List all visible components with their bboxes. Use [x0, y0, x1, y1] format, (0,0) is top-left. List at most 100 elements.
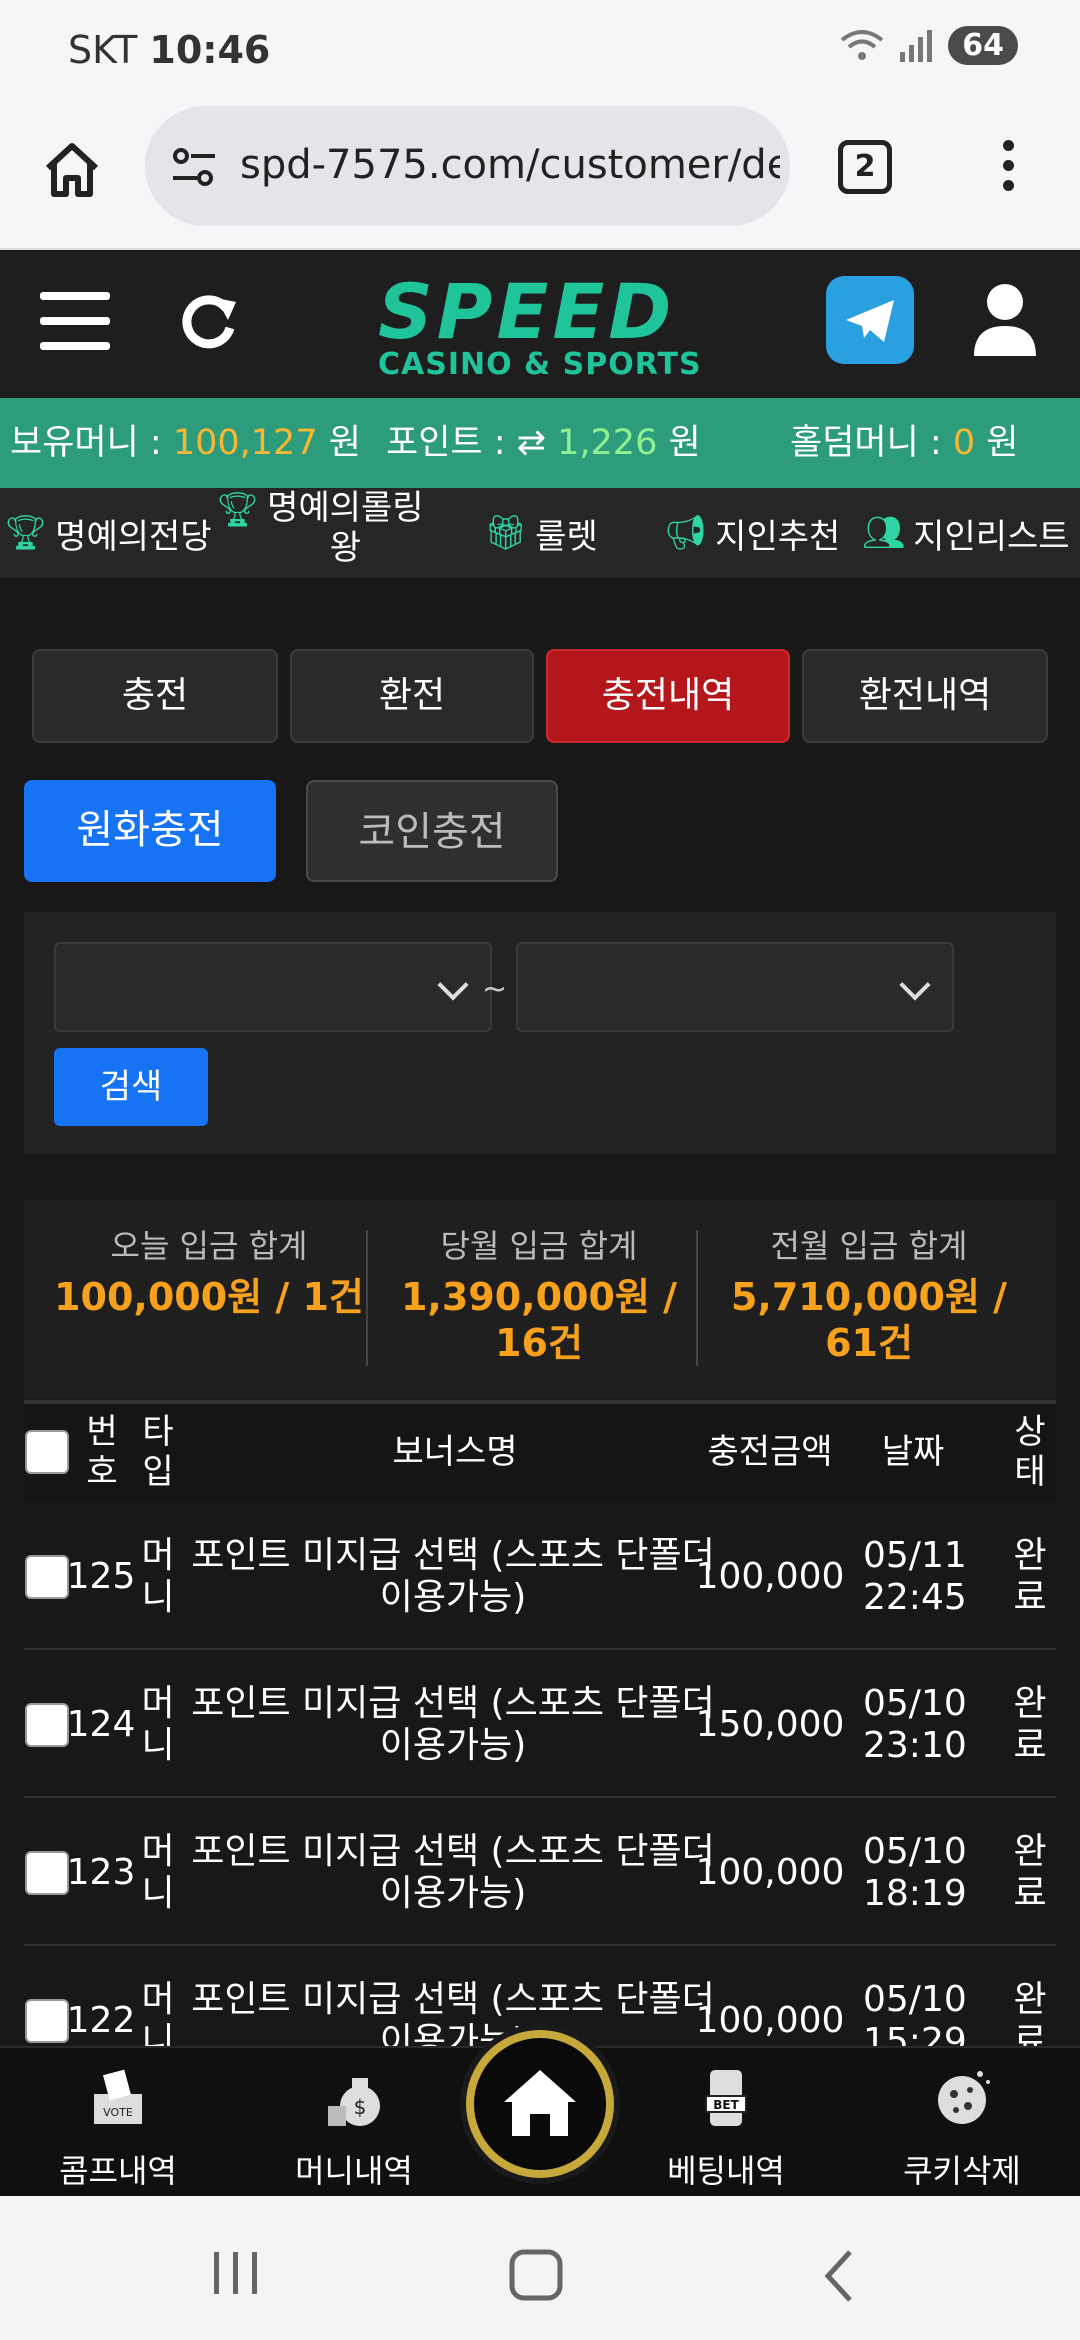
tab-deposit[interactable]: 충전	[32, 649, 278, 743]
row-number: 123	[66, 1852, 136, 1893]
coin-deposit-tab[interactable]: 코인충전	[306, 780, 558, 882]
end-date-select[interactable]	[516, 942, 954, 1032]
back-icon[interactable]	[820, 2248, 860, 2304]
vote-box-icon: VOTE	[94, 2069, 142, 2124]
row-checkbox[interactable]	[24, 1652, 70, 1798]
col-type: 타입	[142, 1412, 174, 1492]
bet-history-button[interactable]: BET 베팅내역	[626, 2066, 826, 2192]
row-number: 125	[66, 1556, 136, 1597]
svg-text:BET: BET	[713, 2098, 739, 2112]
summary-today: 오늘 입금 합계 100,000원 / 1건	[54, 1227, 364, 1319]
trophy-icon: 🏆︎	[216, 490, 260, 530]
col-bonus: 보너스명	[392, 1432, 518, 1472]
col-number: 번호	[86, 1412, 118, 1492]
summary-this-month: 당월 입금 합계 1,390,000원 / 16건	[400, 1227, 678, 1365]
range-separator: ~	[482, 972, 508, 1007]
row-bonus: 포인트 미지급 선택 (스포츠 단폴더 이용가능)	[191, 1683, 715, 1766]
date-search-panel: ~ 검색	[24, 912, 1056, 1154]
bet-phone-icon: BET	[705, 2070, 747, 2126]
row-status: 완료	[1013, 1683, 1047, 1766]
tab-switcher-button[interactable]: 2	[838, 140, 892, 194]
row-bonus: 포인트 미지급 선택 (스포츠 단폴더 이용가능)	[191, 1535, 715, 1618]
row-date: 05/10 23:10	[863, 1683, 967, 1766]
money-bag-icon: $	[328, 2078, 380, 2126]
home-nav-icon[interactable]	[508, 2248, 564, 2304]
row-bonus: 포인트 미지급 선택 (스포츠 단폴더 이용가능)	[191, 1831, 715, 1914]
menu-icon[interactable]	[40, 292, 110, 352]
status-bar: SKT 10:46 64	[0, 0, 1080, 100]
wifi-icon	[841, 29, 884, 60]
svg-text:$: $	[354, 2095, 367, 2119]
home-button[interactable]	[466, 2030, 614, 2178]
status-carrier-time: SKT 10:46	[68, 28, 271, 72]
site-logo[interactable]: SPEED CASINO & SPORTS	[378, 274, 708, 386]
users-icon: 👥︎	[862, 513, 906, 553]
svg-text:VOTE: VOTE	[103, 2106, 133, 2119]
url-bar[interactable]: spd-7575.com/customer/de	[145, 106, 790, 226]
row-date: 05/10 18:19	[863, 1831, 967, 1914]
nav-roulette[interactable]: 🎁︎ 룰렛	[484, 488, 598, 578]
more-menu-icon[interactable]	[996, 140, 1020, 200]
balance-bar: 보유머니 : 100,127 원 포인트 : ⇄ 1,226 원 홀덤머니 : …	[0, 398, 1080, 488]
cookie-icon	[938, 2071, 990, 2124]
recent-apps-icon[interactable]	[206, 2248, 266, 2298]
row-checkbox[interactable]	[24, 1504, 70, 1650]
table-row[interactable]: 123 머니 포인트 미지급 선택 (스포츠 단폴더 이용가능) 100,000 05/…	[24, 1800, 1056, 1946]
summary-last-month: 전월 입금 합계 5,710,000원 / 61건	[730, 1227, 1008, 1365]
exchange-icon[interactable]: ⇄	[517, 423, 546, 463]
point-money[interactable]: 포인트 : ⇄ 1,226 원	[386, 398, 701, 488]
col-date: 날짜	[881, 1432, 945, 1472]
chevron-down-icon	[899, 969, 931, 1001]
row-date: 05/11 22:45	[863, 1535, 967, 1618]
row-type: 머니	[141, 1831, 175, 1914]
money-history-button[interactable]: $ 머니내역	[254, 2066, 454, 2192]
row-type: 머니	[141, 1535, 175, 1618]
table-header: 번호 타입 보너스명 충전금액 날짜 상태	[24, 1400, 1056, 1500]
feature-nav: 🏆︎ 명예의전당 🏆︎ 명예의롤링 왕 🎁︎ 룰렛 📢︎ 지인추천 👥︎ 지인리…	[0, 488, 1080, 578]
row-status: 완료	[1013, 1535, 1047, 1618]
house-icon	[504, 2070, 576, 2136]
nav-referral-list[interactable]: 👥︎ 지인리스트	[862, 488, 1070, 578]
nav-rolling-king[interactable]: 🏆︎ 명예의롤링 왕	[216, 488, 424, 578]
nav-referral[interactable]: 📢︎ 지인추천	[664, 488, 840, 578]
system-nav-bar	[0, 2196, 1080, 2340]
row-amount: 150,000	[695, 1704, 845, 1745]
trophy-icon: 🏆︎	[4, 513, 48, 553]
tab-withdraw-history[interactable]: 환전내역	[802, 649, 1048, 743]
row-number: 124	[66, 1704, 136, 1745]
site-settings-icon[interactable]	[169, 142, 219, 192]
row-checkbox[interactable]	[24, 1800, 70, 1946]
browser-toolbar: spd-7575.com/customer/de 2	[0, 100, 1080, 250]
battery-icon: 64	[948, 26, 1018, 65]
table-row[interactable]: 125 머니 포인트 미지급 선택 (스포츠 단폴더 이용가능) 100,000 05/…	[24, 1504, 1056, 1650]
row-type: 머니	[141, 1683, 175, 1766]
home-icon[interactable]	[40, 138, 104, 202]
start-date-select[interactable]	[54, 942, 492, 1032]
megaphone-icon: 📢︎	[664, 513, 708, 553]
holdem-money: 홀덤머니 : 0 원	[790, 423, 1019, 463]
cookie-delete-button[interactable]: 쿠키삭제	[862, 2066, 1062, 2192]
tab-deposit-history[interactable]: 충전내역	[546, 649, 790, 743]
chevron-down-icon	[437, 969, 469, 1001]
table-row[interactable]: 124 머니 포인트 미지급 선택 (스포츠 단폴더 이용가능) 150,000 05/…	[24, 1652, 1056, 1798]
status-icons: 64	[840, 26, 1018, 65]
col-status: 상태	[1014, 1412, 1046, 1492]
row-amount: 100,000	[695, 1852, 845, 1893]
comp-history-button[interactable]: VOTE 콤프내역	[18, 2066, 218, 2192]
telegram-icon[interactable]	[826, 276, 914, 364]
col-amount: 충전금액	[707, 1432, 833, 1472]
nav-hall-of-fame[interactable]: 🏆︎ 명예의전당	[4, 488, 212, 578]
hold-money: 보유머니 : 100,127 원	[10, 423, 361, 463]
won-deposit-tab[interactable]: 원화충전	[24, 780, 276, 882]
tab-withdraw[interactable]: 환전	[290, 649, 534, 743]
deposit-summary: 오늘 입금 합계 100,000원 / 1건 당월 입금 합계 1,390,00…	[24, 1200, 1056, 1398]
select-all-checkbox[interactable]	[24, 1404, 70, 1500]
search-button[interactable]: 검색	[54, 1048, 208, 1126]
row-amount: 100,000	[695, 1556, 845, 1597]
refresh-icon[interactable]	[178, 288, 242, 352]
row-status: 완료	[1013, 1831, 1047, 1914]
user-icon[interactable]	[970, 280, 1040, 360]
url-text[interactable]: spd-7575.com/customer/de	[240, 142, 780, 188]
signal-icon	[900, 29, 933, 62]
site-header: SPEED CASINO & SPORTS	[0, 252, 1080, 398]
